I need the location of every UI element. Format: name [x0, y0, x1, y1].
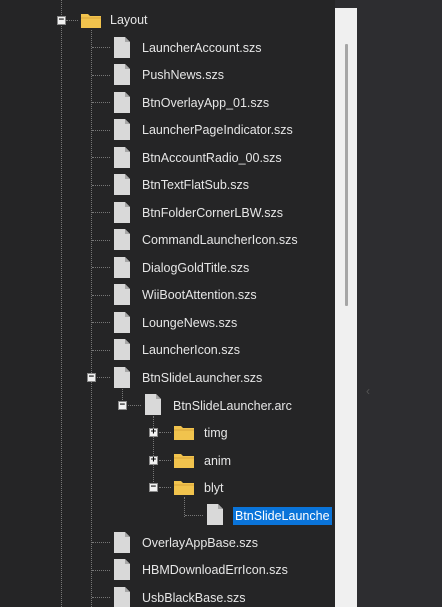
file-tree[interactable]: − Layout LauncherAccount.szs PushNews.sz…: [0, 0, 335, 607]
tree-node-file[interactable]: LoungeNews.szs: [142, 314, 237, 332]
tree-guide-line: [92, 157, 110, 158]
file-icon: [113, 559, 131, 580]
file-icon: [113, 64, 131, 85]
file-icon: [113, 257, 131, 278]
file-icon: [113, 37, 131, 58]
scrollbar-thumb[interactable]: [345, 44, 348, 306]
file-icon: [113, 229, 131, 250]
tree-node-file[interactable]: BtnTextFlatSub.szs: [142, 176, 249, 194]
tree-node-file[interactable]: UsbBlackBase.szs: [142, 589, 246, 607]
tree-guide-line: [92, 185, 110, 186]
tree-node-file[interactable]: LauncherIcon.szs: [142, 341, 240, 359]
tree-node-file[interactable]: HBMDownloadErrIcon.szs: [142, 561, 288, 579]
file-icon: [206, 504, 224, 525]
tree-guide-line: [92, 570, 110, 571]
file-icon: [113, 532, 131, 553]
file-icon: [113, 147, 131, 168]
tree-node-file[interactable]: CommandLauncherIcon.szs: [142, 231, 298, 249]
tree-node-file-selected[interactable]: BtnSlideLaunche: [233, 507, 332, 525]
file-icon: [113, 312, 131, 333]
expand-button[interactable]: +: [149, 456, 158, 465]
tree-node-folder[interactable]: anim: [204, 452, 231, 470]
file-icon: [113, 202, 131, 223]
collapse-button[interactable]: −: [149, 483, 158, 492]
expand-button[interactable]: +: [149, 428, 158, 437]
tree-guide-line: [61, 0, 62, 607]
file-icon: [113, 339, 131, 360]
folder-icon: [173, 451, 195, 469]
tree-node-file[interactable]: LauncherPageIndicator.szs: [142, 121, 293, 139]
tree-guide-line: [184, 497, 185, 517]
tree-node-file[interactable]: OverlayAppBase.szs: [142, 534, 258, 552]
tree-guide-line: [159, 487, 171, 488]
tree-guide-line: [92, 130, 110, 131]
file-icon: [113, 174, 131, 195]
tree-node-file[interactable]: WiiBootAttention.szs: [142, 286, 257, 304]
tree-node-file[interactable]: BtnAccountRadio_00.szs: [142, 149, 282, 167]
tree-guide-line: [185, 515, 203, 516]
folder-icon: [80, 11, 102, 29]
tree-guide-line: [159, 432, 171, 433]
tree-guide-line: [92, 597, 110, 598]
file-icon: [113, 587, 131, 607]
tree-guide-line: [92, 240, 110, 241]
tree-node-file[interactable]: BtnOverlayApp_01.szs: [142, 94, 269, 112]
tree-guide-line: [92, 212, 110, 213]
tree-node-file[interactable]: PushNews.szs: [142, 66, 224, 84]
chevron-left-icon[interactable]: ‹: [366, 384, 370, 398]
tree-node-file[interactable]: BtnFolderCornerLBW.szs: [142, 204, 283, 222]
tree-node-folder[interactable]: blyt: [204, 479, 223, 497]
tree-guide-line: [97, 377, 110, 378]
collapse-button[interactable]: −: [87, 373, 96, 382]
tree-guide-line: [159, 460, 171, 461]
tree-guide-line: [92, 295, 110, 296]
tree-guide-line: [91, 30, 92, 607]
tree-guide-line: [128, 405, 141, 406]
tree-guide-line: [66, 20, 78, 21]
file-icon: [113, 92, 131, 113]
tree-node-file[interactable]: DialogGoldTitle.szs: [142, 259, 249, 277]
tree-node-folder[interactable]: timg: [204, 424, 228, 442]
folder-icon: [173, 423, 195, 441]
panel-splitter[interactable]: [357, 0, 442, 607]
file-icon: [144, 394, 162, 415]
folder-icon: [173, 478, 195, 496]
tree-guide-line: [92, 350, 110, 351]
tree-guide-line: [92, 267, 110, 268]
collapse-button[interactable]: −: [118, 401, 127, 410]
file-icon: [113, 367, 131, 388]
tree-guide-line: [92, 102, 110, 103]
tree-node-file[interactable]: BtnSlideLauncher.szs: [142, 369, 262, 387]
collapse-button[interactable]: −: [57, 16, 66, 25]
tree-node-file[interactable]: BtnSlideLauncher.arc: [173, 397, 292, 415]
tree-guide-line: [92, 322, 110, 323]
tree-guide-line: [92, 47, 110, 48]
tree-node-file[interactable]: LauncherAccount.szs: [142, 39, 262, 57]
tree-node-layout[interactable]: Layout: [110, 11, 148, 29]
tree-guide-line: [92, 542, 110, 543]
file-icon: [113, 119, 131, 140]
file-icon: [113, 284, 131, 305]
tree-guide-line: [92, 75, 110, 76]
